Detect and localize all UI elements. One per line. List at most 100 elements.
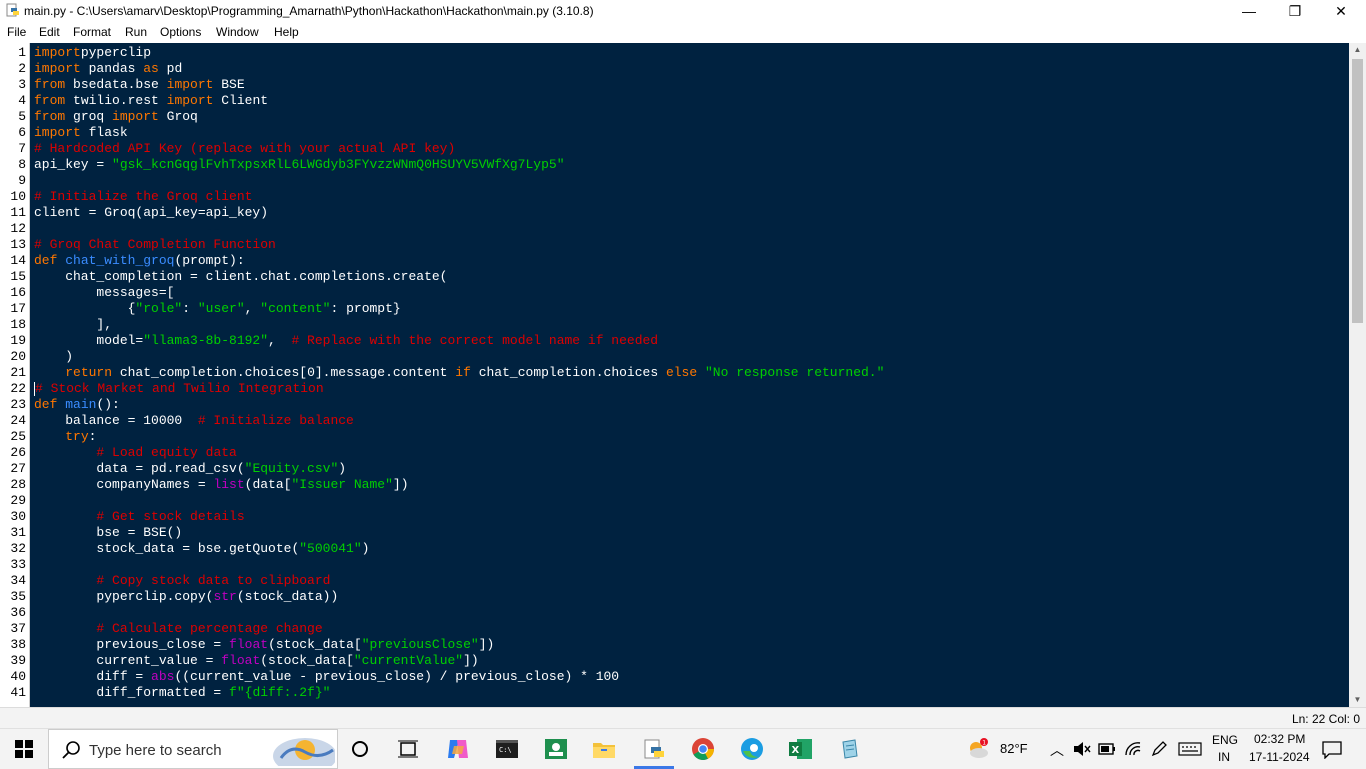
- code-token: diff =: [34, 669, 152, 684]
- taskbar-search-box[interactable]: Type here to search: [48, 729, 338, 769]
- code-line[interactable]: pyperclip.copy(str(stock_data)): [34, 589, 884, 605]
- weather-badge: 1: [982, 740, 986, 747]
- vertical-scrollbar[interactable]: ▲ ▼: [1349, 43, 1366, 707]
- scrollbar-thumb[interactable]: [1352, 59, 1363, 323]
- task-view-icon[interactable]: [388, 733, 428, 765]
- start-button[interactable]: [0, 729, 48, 769]
- speaker-muted-icon[interactable]: [1073, 741, 1091, 757]
- line-number: 3: [18, 77, 26, 92]
- window-title: main.py - C:\Users\amarv\Desktop\Program…: [24, 4, 594, 18]
- code-line[interactable]: current_value = float(stock_data["curren…: [34, 653, 884, 669]
- code-line[interactable]: # Groq Chat Completion Function: [34, 237, 884, 253]
- code-token: pd: [158, 61, 183, 76]
- copilot-icon[interactable]: [438, 733, 478, 765]
- menu-window[interactable]: Window: [216, 25, 259, 39]
- weather-icon[interactable]: 1: [964, 733, 992, 765]
- menu-format[interactable]: Format: [73, 25, 111, 39]
- code-token: Groq: [158, 109, 198, 124]
- code-editor[interactable]: 1 2 3 4 5 6 7 8 9 10 11 12 13 14 15 16 17 18 19 20 21 22 23 24 2…: [0, 43, 1349, 707]
- photos-app-icon[interactable]: [536, 733, 576, 765]
- weather-temperature[interactable]: 82°F: [1000, 741, 1028, 756]
- code-line[interactable]: return chat_completion.choices[0].messag…: [34, 365, 884, 381]
- code-text[interactable]: importpyperclip import pandas as pd from b…: [34, 45, 884, 701]
- code-line[interactable]: # Load equity data: [34, 445, 884, 461]
- excel-icon[interactable]: X: [781, 733, 821, 765]
- code-line[interactable]: {"role": "user", "content": prompt}: [34, 301, 884, 317]
- menu-edit[interactable]: Edit: [39, 25, 60, 39]
- code-line[interactable]: api_key = "gsk_kcnGqglFvhTxpsxRlL6LWGdyb…: [34, 157, 884, 173]
- code-line[interactable]: # Hardcoded API Key (replace with your a…: [34, 141, 884, 157]
- code-line[interactable]: # Copy stock data to clipboard: [34, 573, 884, 589]
- code-line[interactable]: [34, 493, 884, 509]
- cortana-icon[interactable]: [340, 733, 380, 765]
- line-number: 37: [10, 621, 26, 636]
- code-line[interactable]: import pandas as pd: [34, 61, 884, 77]
- code-line[interactable]: from bsedata.bse import BSE: [34, 77, 884, 93]
- clock-time[interactable]: 02:32 PM: [1254, 732, 1305, 746]
- scroll-up-icon[interactable]: ▲: [1349, 43, 1366, 57]
- touch-keyboard-icon[interactable]: [1178, 742, 1202, 756]
- python-idle-icon[interactable]: [634, 733, 674, 765]
- menu-options[interactable]: Options: [160, 25, 201, 39]
- code-line[interactable]: [34, 605, 884, 621]
- code-line[interactable]: import flask: [34, 125, 884, 141]
- pen-icon[interactable]: [1150, 740, 1168, 758]
- code-line[interactable]: # Initialize the Groq client: [34, 189, 884, 205]
- code-line[interactable]: previous_close = float(stock_data["previ…: [34, 637, 884, 653]
- code-line[interactable]: ],: [34, 317, 884, 333]
- code-token: "role": [135, 301, 183, 316]
- code-line[interactable]: from groq import Groq: [34, 109, 884, 125]
- code-line[interactable]: def chat_with_groq(prompt):: [34, 253, 884, 269]
- line-number: 31: [10, 525, 26, 540]
- minimize-button[interactable]: —: [1226, 0, 1272, 22]
- code-line[interactable]: client = Groq(api_key=api_key): [34, 205, 884, 221]
- menu-help[interactable]: Help: [274, 25, 299, 39]
- close-button[interactable]: ✕: [1318, 0, 1364, 22]
- code-token: flask: [80, 125, 128, 140]
- menu-file[interactable]: File: [7, 25, 26, 39]
- menu-run[interactable]: Run: [125, 25, 147, 39]
- code-token: (data[: [244, 477, 292, 492]
- code-line[interactable]: [34, 557, 884, 573]
- svg-text:C:\: C:\: [499, 746, 512, 754]
- notepad-icon[interactable]: [830, 733, 870, 765]
- chrome-icon[interactable]: [683, 733, 723, 765]
- code-token: # Hardcoded API Key (replace with your a…: [34, 141, 456, 156]
- code-line[interactable]: [34, 221, 884, 237]
- code-line[interactable]: balance = 10000 # Initialize balance: [34, 413, 884, 429]
- scroll-down-icon[interactable]: ▼: [1349, 693, 1366, 707]
- code-line[interactable]: diff = abs((current_value - previous_clo…: [34, 669, 884, 685]
- code-line[interactable]: # Stock Market and Twilio Integration: [34, 381, 884, 397]
- code-line[interactable]: try:: [34, 429, 884, 445]
- input-language[interactable]: ENG: [1212, 733, 1238, 747]
- code-line[interactable]: [34, 173, 884, 189]
- code-token: "user": [197, 301, 245, 316]
- code-line[interactable]: # Get stock details: [34, 509, 884, 525]
- file-explorer-icon[interactable]: [584, 733, 624, 765]
- code-line[interactable]: def main():: [34, 397, 884, 413]
- edge-icon[interactable]: [732, 733, 772, 765]
- code-line[interactable]: stock_data = bse.getQuote("500041"): [34, 541, 884, 557]
- battery-icon[interactable]: [1098, 742, 1116, 756]
- code-line[interactable]: # Calculate percentage change: [34, 621, 884, 637]
- code-line[interactable]: chat_completion = client.chat.completion…: [34, 269, 884, 285]
- notifications-icon[interactable]: [1322, 741, 1342, 759]
- maximize-button[interactable]: ❐: [1272, 0, 1318, 22]
- terminal-icon[interactable]: C:\: [487, 733, 527, 765]
- code-line[interactable]: diff_formatted = f"{diff:.2f}": [34, 685, 884, 701]
- wifi-icon[interactable]: [1124, 741, 1142, 757]
- input-region[interactable]: IN: [1218, 750, 1230, 764]
- code-line[interactable]: model="llama3-8b-8192", # Replace with t…: [34, 333, 884, 349]
- code-line[interactable]: bse = BSE(): [34, 525, 884, 541]
- clock-date[interactable]: 17-11-2024: [1249, 750, 1310, 764]
- code-line[interactable]: messages=[: [34, 285, 884, 301]
- code-line[interactable]: data = pd.read_csv("Equity.csv"): [34, 461, 884, 477]
- show-hidden-icons-icon[interactable]: ︿: [1050, 740, 1064, 760]
- code-line[interactable]: importpyperclip: [34, 45, 884, 61]
- code-token: messages=[: [34, 285, 175, 300]
- line-number: 33: [10, 557, 26, 572]
- code-line[interactable]: companyNames = list(data["Issuer Name"]): [34, 477, 884, 493]
- code-line[interactable]: from twilio.rest import Client: [34, 93, 884, 109]
- code-line[interactable]: ): [34, 349, 884, 365]
